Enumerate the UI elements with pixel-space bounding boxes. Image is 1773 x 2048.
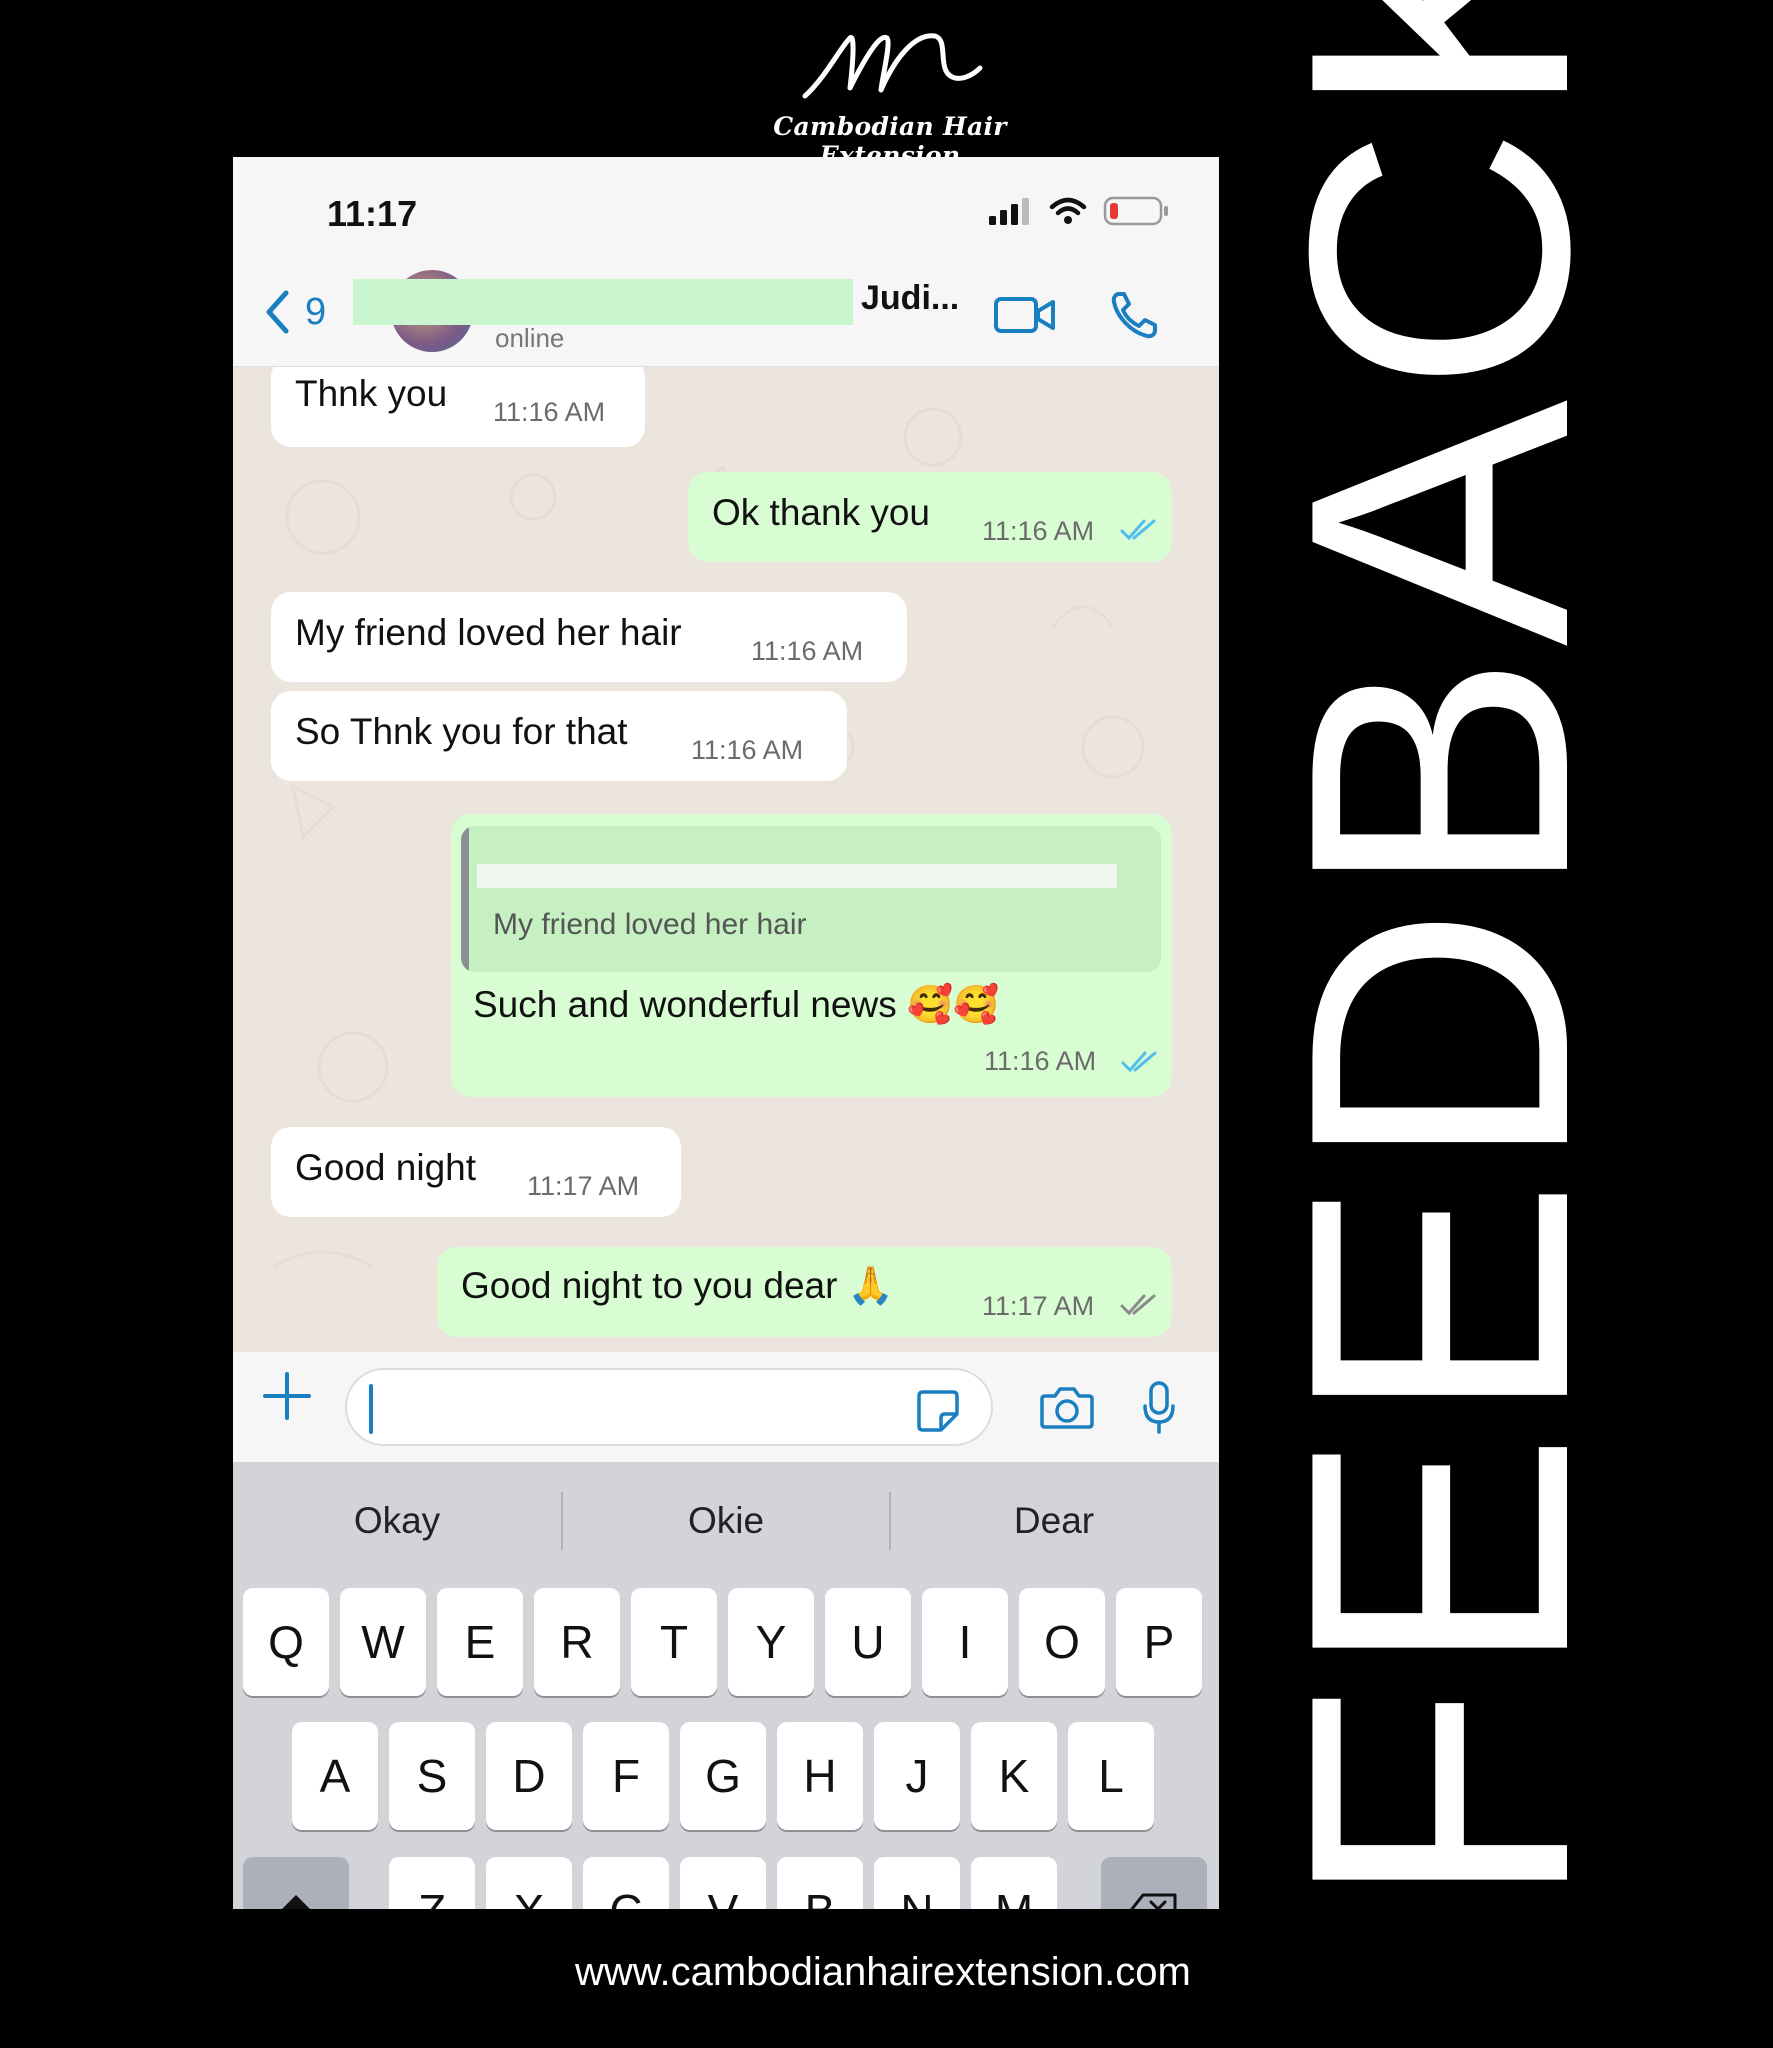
backspace-key[interactable]: [1101, 1857, 1207, 1909]
key-q[interactable]: Q: [243, 1588, 329, 1696]
double-check-delivered-icon: [1120, 1294, 1156, 1316]
backspace-icon: [1130, 1893, 1177, 1909]
double-check-read-icon: [1121, 1051, 1157, 1073]
phone-screenshot: 11:17 9 Judi... online Thnk you 11:16 AM…: [233, 157, 1219, 1909]
key-d[interactable]: D: [486, 1722, 572, 1830]
key-x[interactable]: X: [486, 1857, 572, 1909]
quote-accent-bar: [461, 826, 469, 972]
key-i[interactable]: I: [922, 1588, 1008, 1696]
key-f[interactable]: F: [583, 1722, 669, 1830]
quoted-message[interactable]: My friend loved her hair: [461, 826, 1161, 972]
message-text: My friend loved her hair: [295, 612, 682, 653]
key-l[interactable]: L: [1068, 1722, 1154, 1830]
shift-arrow-icon: [282, 1895, 310, 1909]
contact-status: online: [495, 323, 565, 353]
wifi-icon: [1049, 197, 1087, 224]
message-outgoing[interactable]: Ok thank you 11:16 AM: [688, 472, 1172, 562]
key-j[interactable]: J: [874, 1722, 960, 1830]
message-incoming[interactable]: Good night 11:17 AM: [271, 1127, 681, 1217]
status-bar: 11:17: [233, 157, 1219, 267]
message-text: Such and wonderful news 🥰🥰: [473, 984, 1000, 1025]
message-time: 11:16 AM: [982, 516, 1095, 546]
shift-key[interactable]: [243, 1857, 349, 1909]
signal-icon: [989, 198, 1029, 225]
attach-plus-button[interactable]: [261, 1370, 313, 1433]
video-call-icon[interactable]: [993, 291, 1057, 339]
message-time: 11:17 AM: [982, 1291, 1095, 1321]
key-g[interactable]: G: [680, 1722, 766, 1830]
key-b[interactable]: B: [777, 1857, 863, 1909]
key-w[interactable]: W: [340, 1588, 426, 1696]
key-y[interactable]: Y: [728, 1588, 814, 1696]
plus-icon: [263, 1372, 311, 1420]
message-incoming[interactable]: So Thnk you for that 11:16 AM: [271, 691, 847, 781]
message-text: Good night to you dear 🙏: [461, 1265, 894, 1306]
key-u[interactable]: U: [825, 1588, 911, 1696]
key-t[interactable]: T: [631, 1588, 717, 1696]
double-check-read-icon: [1120, 519, 1156, 541]
key-a[interactable]: A: [292, 1722, 378, 1830]
website-url[interactable]: www.cambodianhairextension.com: [575, 1950, 1215, 1995]
suggestion-okie[interactable]: Okie: [562, 1500, 890, 1542]
status-time: 11:17: [327, 193, 418, 234]
unread-count: 9: [305, 290, 327, 333]
microphone-icon[interactable]: [1141, 1380, 1177, 1436]
text-caret: [369, 1384, 373, 1434]
brand-monogram-icon: [802, 33, 983, 99]
message-time: 11:16 AM: [691, 735, 804, 765]
message-time: 11:17 AM: [527, 1171, 640, 1201]
status-icons: [987, 195, 1169, 227]
key-r[interactable]: R: [534, 1588, 620, 1696]
message-outgoing[interactable]: Good night to you dear 🙏 11:17 AM: [437, 1247, 1172, 1337]
contact-name[interactable]: Judi...: [861, 279, 959, 318]
key-p[interactable]: P: [1116, 1588, 1202, 1696]
keyboard: Okay Okie Dear Q W E R T Y U I O P A S D…: [233, 1462, 1219, 1909]
brand-logo: Cambodian Hair Extension: [700, 18, 1080, 170]
suggestion-okay[interactable]: Okay: [233, 1500, 561, 1542]
suggestion-dear[interactable]: Dear: [890, 1500, 1218, 1542]
key-s[interactable]: S: [389, 1722, 475, 1830]
message-composer: [233, 1352, 1219, 1462]
message-input[interactable]: [345, 1368, 993, 1446]
camera-icon[interactable]: [1039, 1384, 1095, 1430]
back-button[interactable]: 9: [263, 289, 326, 335]
key-h[interactable]: H: [777, 1722, 863, 1830]
chat-messages[interactable]: Thnk you 11:16 AM Ok thank you 11:16 AM …: [233, 367, 1219, 1352]
key-m[interactable]: M: [971, 1857, 1057, 1909]
chat-header: 9 Judi... online: [233, 267, 1219, 367]
redacted-quote-author: [477, 864, 1117, 888]
message-time: 11:16 AM: [984, 1046, 1097, 1076]
message-text: Thnk you: [295, 373, 448, 414]
message-text: Ok thank you: [712, 492, 931, 533]
key-v[interactable]: V: [680, 1857, 766, 1909]
message-incoming[interactable]: My friend loved her hair 11:16 AM: [271, 592, 907, 682]
phone-call-icon[interactable]: [1109, 289, 1161, 341]
chevron-left-icon: [266, 290, 289, 334]
battery-icon: [1103, 196, 1168, 226]
predictive-suggestions: Okay Okie Dear: [233, 1462, 1219, 1582]
quoted-text: My friend loved her hair: [493, 908, 807, 941]
message-outgoing-reply[interactable]: My friend loved her hair Such and wonder…: [451, 814, 1172, 1097]
key-k[interactable]: K: [971, 1722, 1057, 1830]
key-c[interactable]: C: [583, 1857, 669, 1909]
key-o[interactable]: O: [1019, 1588, 1105, 1696]
redacted-contact-info: [353, 279, 853, 325]
message-text: Good night: [295, 1147, 477, 1188]
message-time: 11:16 AM: [751, 636, 864, 666]
key-z[interactable]: Z: [389, 1857, 475, 1909]
key-e[interactable]: E: [437, 1588, 523, 1696]
message-time: 11:16 AM: [493, 397, 606, 427]
feedback-headline: FEEDBACK: [1233, 0, 1646, 1910]
message-text: So Thnk you for that: [295, 711, 628, 752]
sticker-icon[interactable]: [915, 1388, 961, 1434]
key-n[interactable]: N: [874, 1857, 960, 1909]
message-incoming[interactable]: Thnk you 11:16 AM: [271, 367, 645, 447]
